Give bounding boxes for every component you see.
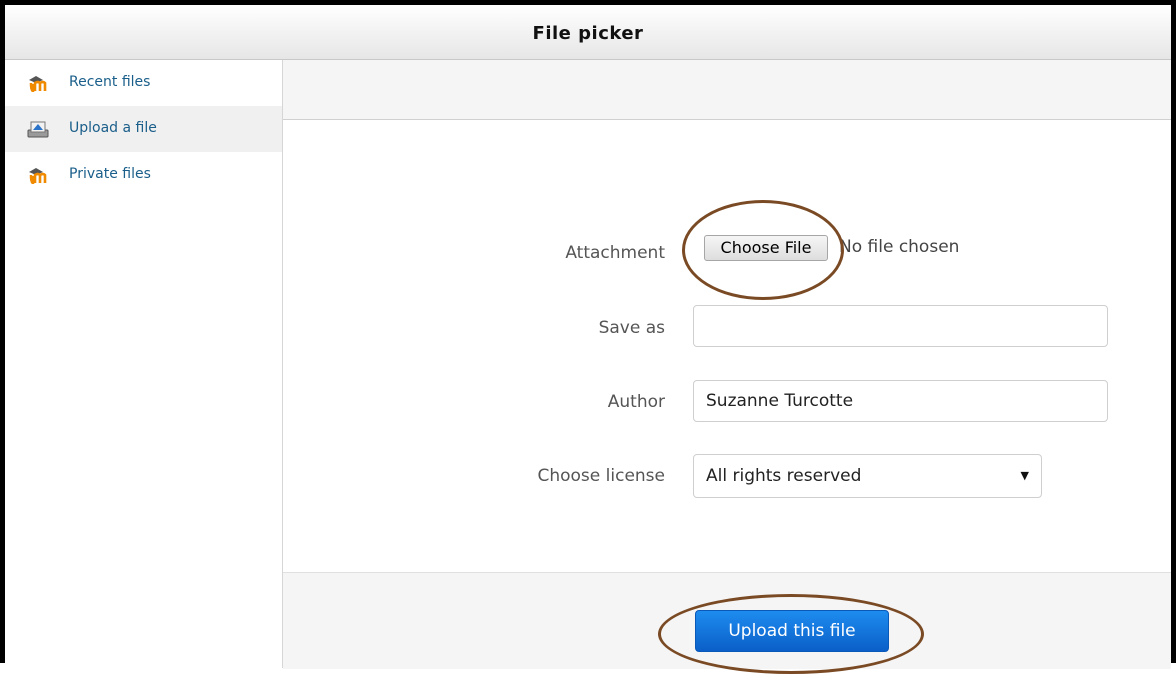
license-label: Choose license (537, 466, 665, 486)
no-file-chosen-text: No file chosen (839, 237, 960, 257)
sidebar-item-recent-files[interactable]: Recent files (5, 60, 282, 106)
sidebar-item-label: Upload a file (69, 120, 157, 136)
file-picker-dialog: File picker Recent files Upload a file P… (0, 0, 1176, 674)
license-select[interactable]: All rights reserved ▼ (693, 454, 1042, 498)
author-input[interactable]: Suzanne Turcotte (693, 380, 1108, 422)
license-select-value: All rights reserved (706, 466, 862, 486)
sidebar-item-label: Recent files (69, 74, 151, 90)
save-as-input[interactable] (693, 305, 1108, 347)
choose-file-button[interactable]: Choose File (704, 235, 828, 261)
upload-icon (27, 120, 49, 138)
sidebar-item-upload-a-file[interactable]: Upload a file (5, 106, 282, 152)
sidebar-item-label: Private files (69, 166, 151, 182)
moodle-icon (27, 166, 49, 185)
save-as-label: Save as (598, 318, 665, 338)
sidebar-item-private-files[interactable]: Private files (5, 152, 282, 198)
attachment-label: Attachment (565, 243, 665, 263)
repository-sidebar: Recent files Upload a file Private files (5, 60, 283, 668)
dropdown-arrow-icon: ▼ (1020, 469, 1029, 482)
dialog-titlebar: File picker (5, 5, 1171, 60)
panel-toolbar (283, 60, 1171, 120)
upload-panel: Attachment Choose File No file chosen Sa… (283, 60, 1171, 674)
moodle-icon (27, 74, 49, 93)
upload-this-file-button[interactable]: Upload this file (695, 610, 889, 652)
dialog-title: File picker (532, 23, 644, 44)
author-label: Author (607, 392, 665, 412)
